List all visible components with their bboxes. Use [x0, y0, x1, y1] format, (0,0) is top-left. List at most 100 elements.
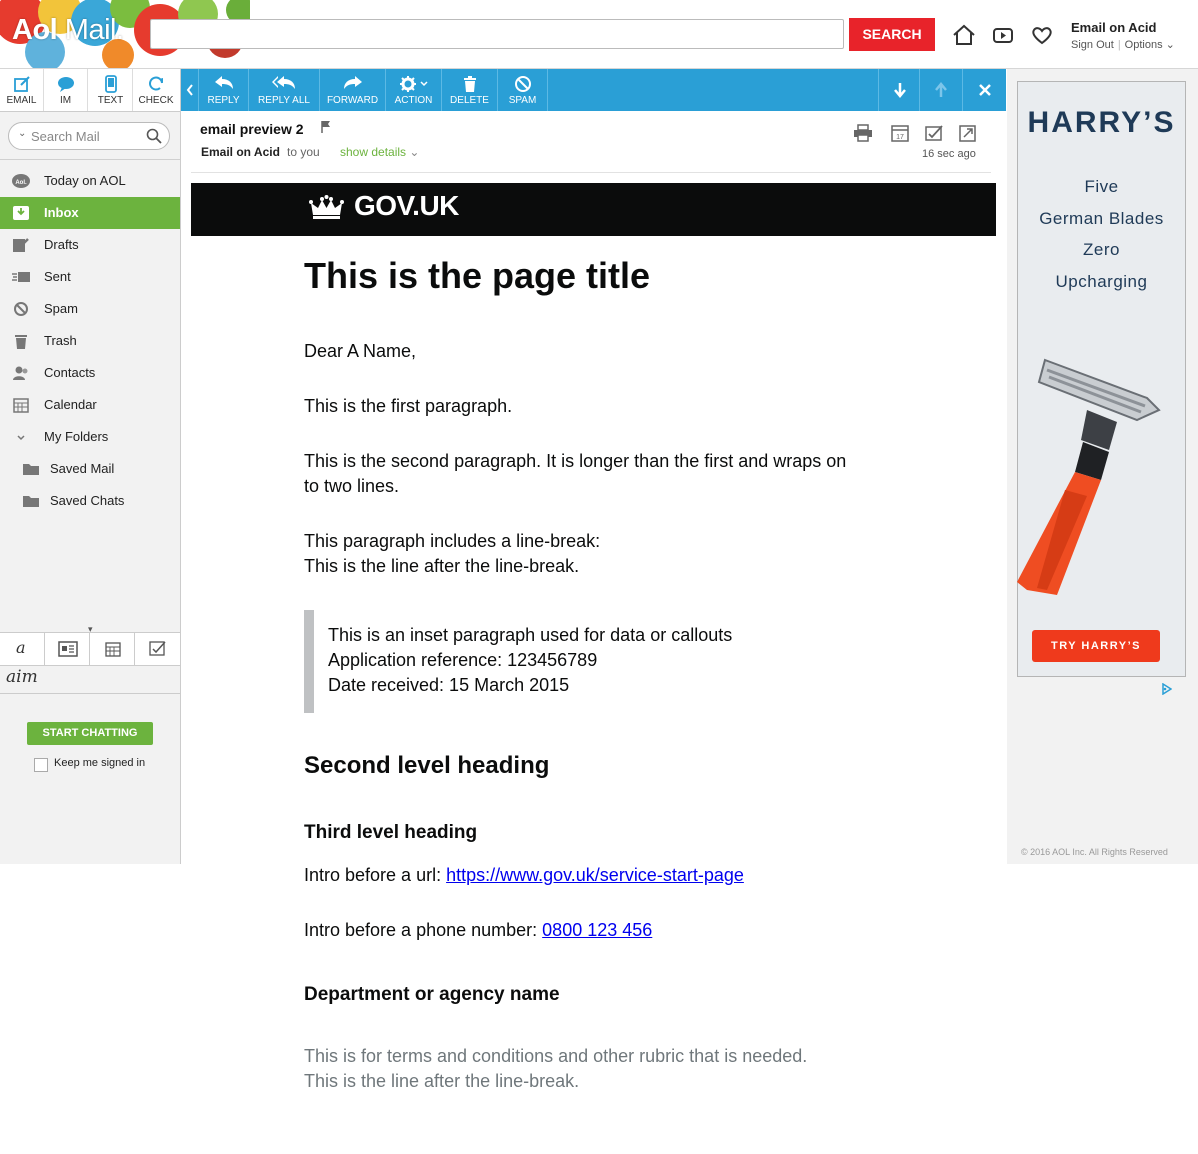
search-button[interactable]: SEARCH — [849, 18, 935, 51]
govuk-crown-logo — [304, 191, 349, 224]
sidebar-item-calendar[interactable]: Calendar — [0, 389, 180, 421]
sidebar-item-inbox[interactable]: Inbox — [0, 197, 180, 229]
divider — [0, 159, 180, 160]
home-icon[interactable] — [952, 24, 976, 46]
spam-button[interactable]: SPAM — [498, 69, 548, 111]
print-icon[interactable] — [853, 124, 873, 142]
email-paragraph-2: This is the second paragraph. It is long… — [304, 449, 846, 499]
message-subject: email preview 2 — [200, 121, 304, 137]
phone-link[interactable]: 0800 123 456 — [542, 920, 652, 940]
spam-icon — [14, 302, 28, 316]
service-start-link[interactable]: https://www.gov.uk/service-start-page — [446, 865, 744, 885]
web-search-input[interactable] — [150, 19, 844, 49]
sidebar-item-contacts[interactable]: Contacts — [0, 357, 180, 389]
aol-icon: Aol. — [12, 174, 30, 188]
aim-icon: a — [16, 638, 26, 657]
reply-button[interactable]: REPLY — [199, 69, 249, 111]
inset-line: Application reference: 123456789 — [328, 650, 598, 670]
drafts-icon — [13, 238, 29, 252]
video-icon[interactable] — [991, 24, 1015, 46]
action-button[interactable]: ACTION — [386, 69, 442, 111]
rubric-line: This is for terms and conditions and oth… — [304, 1046, 808, 1066]
email-phone-paragraph: Intro before a phone number: 0800 123 45… — [304, 918, 652, 943]
add-to-calendar-icon[interactable]: 17 — [890, 124, 910, 142]
paragraph-line: This is the second paragraph. It is long… — [304, 451, 847, 471]
close-message-button[interactable] — [963, 69, 1006, 111]
reply-all-icon — [272, 76, 295, 89]
email-rubric: This is for terms and conditions and oth… — [304, 1044, 807, 1094]
trash-icon — [464, 76, 476, 92]
pop-out-icon[interactable] — [958, 124, 978, 142]
inset-line: Date received: 15 March 2015 — [328, 675, 570, 695]
flag-icon[interactable] — [320, 120, 332, 134]
previous-message-button[interactable] — [920, 69, 963, 111]
folder-icon — [23, 496, 39, 507]
sidebar-item-sent[interactable]: Sent — [0, 261, 180, 293]
sidebar-item-trash[interactable]: Trash — [0, 325, 180, 357]
sidebar: ⌄ Search Mail Aol. Today on AOL Inbox Dr… — [0, 112, 181, 864]
heart-icon[interactable] — [1030, 24, 1054, 46]
email-heading-2: Second level heading — [304, 752, 550, 779]
delete-button[interactable]: DELETE — [442, 69, 498, 111]
refresh-icon — [149, 76, 163, 91]
aim-label: aim — [6, 667, 38, 687]
razor-image — [1017, 358, 1161, 595]
email-page-title: This is the page title — [304, 255, 651, 296]
sidebar-item-saved-chats[interactable]: Saved Chats — [0, 485, 180, 517]
folder-icon — [23, 464, 39, 475]
message-sender[interactable]: Email on Acid — [201, 145, 280, 159]
options-link[interactable]: Options — [1125, 39, 1163, 51]
sidebar-item-spam[interactable]: Spam — [0, 293, 180, 325]
aol-mail-logo[interactable]: Aol Mail. — [12, 14, 124, 47]
user-links: Sign Out | Options ⌄ — [1071, 39, 1175, 51]
sign-out-link[interactable]: Sign Out — [1071, 39, 1114, 51]
next-message-button[interactable] — [878, 69, 920, 111]
search-icon[interactable] — [146, 128, 162, 144]
inbox-icon — [13, 206, 29, 220]
show-details-link[interactable]: show details ⌄ — [340, 145, 419, 159]
chevron-left-icon — [186, 84, 193, 96]
paragraph-line: This is the line after the line-break. — [304, 556, 580, 576]
search-mail-input[interactable]: ⌄ Search Mail — [8, 122, 170, 150]
message-time: 16 sec ago — [922, 148, 976, 160]
email-heading-3: Third level heading — [304, 822, 478, 843]
keep-signed-in-checkbox[interactable] — [34, 758, 48, 772]
ad-line: Zero — [1083, 240, 1120, 259]
arrow-down-icon — [894, 83, 906, 98]
calendar-icon — [13, 398, 29, 413]
paragraph-line: This paragraph includes a line-break: — [304, 531, 601, 551]
sidebar-item-today-on-aol[interactable]: Aol. Today on AOL — [0, 165, 180, 197]
contacts-icon — [13, 366, 28, 380]
chevron-down-icon: ⌄ — [1162, 39, 1175, 51]
ad-choices-icon[interactable] — [1160, 683, 1172, 695]
email-department-name: Department or agency name — [304, 984, 560, 1005]
collapse-sidebar-button[interactable] — [181, 69, 199, 111]
ad-line: Upcharging — [1055, 272, 1148, 291]
forward-button[interactable]: FORWARD — [320, 69, 386, 111]
svg-text:Aol.: Aol. — [15, 180, 27, 186]
add-task-icon[interactable] — [924, 124, 944, 142]
ad-brand: HARRY’S — [1027, 106, 1176, 139]
compose-toolbar: EMAIL IM TEXT CHECK — [0, 69, 181, 112]
message-recipient: to you — [287, 145, 320, 159]
check-button[interactable]: CHECK — [134, 69, 178, 111]
tab-aim[interactable]: a — [0, 633, 45, 665]
sidebar-item-saved-mail[interactable]: Saved Mail — [0, 453, 180, 485]
im-button[interactable]: IM — [44, 69, 88, 111]
contact-card-icon — [58, 641, 78, 657]
email-button[interactable]: EMAIL — [0, 69, 44, 111]
tab-calendar[interactable] — [90, 633, 135, 665]
email-inset-paragraph: This is an inset paragraph used for data… — [328, 623, 732, 698]
tab-contact-card[interactable] — [45, 633, 90, 665]
text-button[interactable]: TEXT — [89, 69, 133, 111]
email-paragraph-3: This paragraph includes a line-break: Th… — [304, 529, 600, 579]
start-chatting-button[interactable]: START CHATTING — [27, 722, 153, 745]
gear-icon — [400, 76, 428, 92]
tab-tasks[interactable] — [135, 633, 180, 665]
trash-icon — [15, 335, 27, 349]
sidebar-item-my-folders[interactable]: My Folders — [0, 421, 180, 453]
reply-all-button[interactable]: REPLY ALL — [249, 69, 320, 111]
inset-line: This is an inset paragraph used for data… — [328, 625, 733, 645]
sidebar-item-drafts[interactable]: Drafts — [0, 229, 180, 261]
try-harrys-button[interactable]: TRY HARRY’S — [1032, 630, 1160, 662]
